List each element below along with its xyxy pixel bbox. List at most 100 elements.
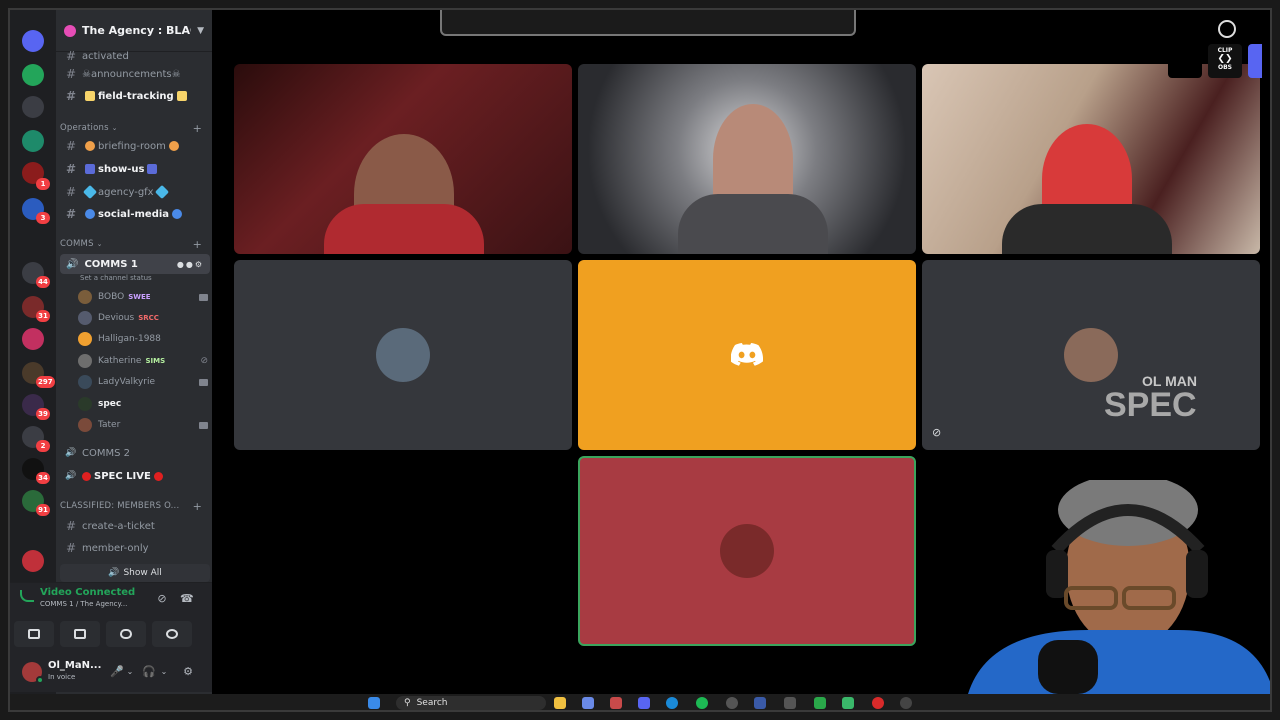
category-operations[interactable]: Operations ⌄ + [56, 120, 212, 136]
start-icon[interactable] [368, 697, 380, 709]
voice-member[interactable]: LadyValkyrie [78, 373, 208, 391]
direct-messages-icon[interactable] [22, 30, 44, 52]
voice-member[interactable]: BOBO SWEE [78, 288, 208, 306]
side-tab[interactable] [1248, 44, 1262, 78]
voice-member[interactable]: Katherine SIMS ⊘ [78, 352, 208, 370]
screen-share-button[interactable] [60, 621, 100, 647]
spotify-icon[interactable] [696, 697, 708, 709]
voice-channel[interactable]: 🔊 SPEC LIVE [56, 466, 212, 486]
username[interactable]: Ol_MaN... [48, 660, 101, 671]
channel-item[interactable]: # social-media [56, 204, 212, 224]
gear-icon[interactable]: ⚙ [182, 666, 194, 678]
voice-member[interactable]: Devious SRCC [78, 309, 208, 327]
hash-icon: # [65, 519, 77, 533]
app-icon[interactable] [784, 697, 796, 709]
video-tile[interactable] [922, 64, 1260, 254]
channel-item[interactable]: # ☠announcements☠ [56, 64, 212, 84]
video-tile[interactable] [578, 64, 916, 254]
search-icon: ⚲ [404, 698, 411, 708]
voice-member[interactable]: Tater [78, 416, 208, 434]
mic-icon[interactable]: 🎤 [110, 666, 124, 678]
channel-item[interactable]: # create-a-ticket [56, 516, 212, 536]
hash-icon: # [65, 541, 77, 555]
channel-item[interactable]: # show-us [56, 159, 212, 179]
video-tile-speaking[interactable] [578, 456, 916, 646]
taskbar-search[interactable]: ⚲ Search [396, 696, 546, 710]
video-tile[interactable]: OL MAN SPEC ⊘ [922, 260, 1260, 450]
globe-icon [172, 209, 183, 219]
edge-icon[interactable] [666, 697, 678, 709]
app-icon[interactable] [900, 697, 912, 709]
app-icon[interactable] [582, 697, 594, 709]
obs-taskbar-icon[interactable] [726, 697, 738, 709]
camera-off-icon [28, 629, 40, 639]
server-icon[interactable] [22, 328, 44, 350]
show-all-button[interactable]: 🔊 Show All [60, 564, 210, 582]
connection-status[interactable]: Video Connected [40, 587, 135, 598]
xbox-icon[interactable] [814, 697, 826, 709]
add-channel-icon[interactable]: + [193, 238, 202, 251]
category-classified[interactable]: CLASSIFIED: MEMBERS O... + [56, 498, 212, 514]
channel-item[interactable]: # briefing-room [56, 136, 212, 156]
film-icon [147, 164, 158, 174]
obs-icon: ❮❯ [1217, 54, 1233, 64]
server-icon[interactable] [22, 64, 44, 86]
gem-icon [154, 184, 169, 200]
app-icon[interactable] [754, 697, 766, 709]
channel-item[interactable]: # activated [56, 50, 212, 62]
video-tile[interactable] [578, 260, 916, 450]
chevron-down-icon[interactable]: ⌄ [124, 666, 136, 678]
chevron-down-icon[interactable]: ▼ [197, 26, 204, 36]
channel-item[interactable]: # agency-gfx [56, 182, 212, 202]
avatar [78, 311, 92, 325]
obs-clip-widget: CLIP ❮❯ OBS [1168, 14, 1268, 84]
unread-badge: 3 [36, 212, 50, 224]
file-explorer-icon[interactable] [554, 697, 566, 709]
avatar [78, 354, 92, 368]
channel-item[interactable]: # field-tracking [56, 86, 212, 106]
gear-icon[interactable]: ●●⚙ [177, 260, 204, 269]
server-icon[interactable] [22, 130, 44, 152]
voice-channel[interactable]: 🔊 COMMS 2 [56, 443, 212, 463]
voice-member[interactable]: spec [78, 395, 208, 413]
soundboard-button[interactable] [152, 621, 192, 647]
chevron-down-icon[interactable]: ⌄ [158, 666, 170, 678]
emoji-icon [85, 141, 95, 151]
server-icon[interactable] [22, 550, 44, 572]
hash-icon: # [65, 50, 77, 62]
red-dot-icon [153, 471, 163, 481]
replay-icon[interactable] [1218, 20, 1236, 38]
avatar [78, 290, 92, 304]
video-tile[interactable] [234, 64, 572, 254]
chevron-down-icon: ⌄ [111, 124, 118, 132]
app-icon[interactable] [610, 697, 622, 709]
channel-status-hint[interactable]: Set a channel status [80, 274, 152, 282]
server-name: The Agency : BLACKL... [82, 24, 191, 37]
obs-clip-button[interactable]: CLIP ❮❯ OBS [1208, 44, 1242, 78]
avatar [78, 418, 92, 432]
video-tile[interactable] [234, 260, 572, 450]
hangup-icon[interactable]: ☎ [180, 593, 194, 605]
unread-badge: 34 [36, 472, 50, 484]
app-icon[interactable] [872, 697, 884, 709]
add-channel-icon[interactable]: + [193, 500, 202, 513]
voice-channel-active[interactable]: 🔊 COMMS 1 ●●⚙ [60, 254, 210, 274]
voice-member[interactable]: Halligan-1988 [78, 330, 208, 348]
chevron-down-icon: ⌄ [96, 240, 103, 248]
headphones-icon[interactable]: 🎧 [142, 666, 156, 678]
app-icon[interactable] [842, 697, 854, 709]
noise-suppression-icon[interactable]: ⊘ [156, 593, 168, 605]
avatar [78, 375, 92, 389]
category-comms[interactable]: COMMS ⌄ + [56, 236, 212, 252]
server-icon[interactable] [22, 96, 44, 118]
discord-logo-icon [731, 343, 763, 366]
activities-button[interactable] [106, 621, 146, 647]
camera-toggle-button[interactable] [14, 621, 54, 647]
discord-taskbar-icon[interactable] [638, 697, 650, 709]
camera-icon [199, 421, 208, 429]
connection-location[interactable]: COMMS 1 / The Agency... [40, 600, 127, 608]
unread-badge: 44 [36, 276, 50, 288]
add-channel-icon[interactable]: + [193, 122, 202, 135]
server-header[interactable]: The Agency : BLACKL... ▼ [56, 10, 212, 52]
channel-item[interactable]: # member-only [56, 538, 212, 558]
